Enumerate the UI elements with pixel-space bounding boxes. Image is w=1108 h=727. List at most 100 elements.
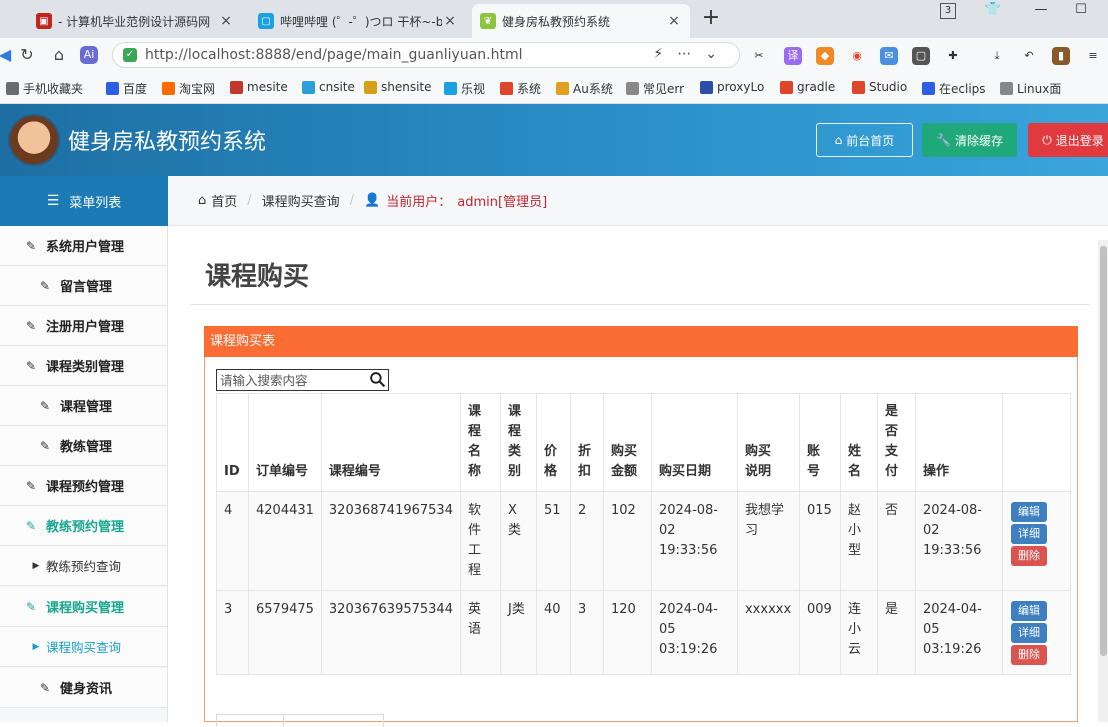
fox-icon[interactable]: ◆ <box>816 47 834 65</box>
edit-icon: ✎ <box>25 238 37 253</box>
bookmark-item[interactable]: Au系统 <box>556 80 613 97</box>
new-tab-button[interactable]: + <box>698 6 724 32</box>
home-button-label: 前台首页 <box>846 133 895 148</box>
avatar <box>8 114 60 166</box>
detail-button[interactable]: 详细 <box>1010 623 1047 643</box>
cell-amount: 120 <box>602 590 652 675</box>
detail-button[interactable]: 详细 <box>1010 524 1047 544</box>
chevron-down-icon[interactable]: ⌄ <box>705 46 731 62</box>
search-icon[interactable] <box>369 371 386 388</box>
close-icon[interactable]: × <box>218 13 234 29</box>
sidebar-item-course-categories[interactable]: ✎ 课程类别管理 <box>0 346 167 386</box>
sidebar-item-registered-users[interactable]: ✎ 注册用户管理 <box>0 306 167 346</box>
sidebar-item-course-purchase-query[interactable]: ▶ 课程购买查询 <box>0 627 167 667</box>
column-header: ID <box>216 393 249 492</box>
app-header: 健身房私教预约系统 ⌂ 前台首页 🔧 清除缓存 ⏻ 退出登录 <box>0 104 1108 176</box>
flash-icon[interactable]: ⚡ <box>653 46 677 62</box>
translate-icon[interactable]: 译 <box>784 47 802 65</box>
bookmark-icon <box>556 82 569 95</box>
cell-date: 2024-08-02 19:33:56 <box>650 491 738 591</box>
bag-icon[interactable]: ▮ <box>1052 47 1070 65</box>
extensions-icon[interactable]: ✚ <box>944 47 962 65</box>
logout-button[interactable]: ⏻ 退出登录 <box>1028 123 1108 157</box>
sidebar-item-fitness-news[interactable]: ✎ 健身资讯 <box>0 668 167 708</box>
shirt-icon[interactable]: 👕 <box>982 2 1004 22</box>
weibo-icon[interactable]: ◉ <box>848 47 866 65</box>
home-icon[interactable]: ⌂ <box>48 44 70 66</box>
column-header-text: 购买说明 <box>744 444 771 479</box>
logout-label: 退出登录 <box>1055 133 1104 148</box>
bookmark-item[interactable]: Studio <box>852 80 912 94</box>
edit-button[interactable]: 编辑 <box>1010 502 1047 522</box>
sidebar-item-course-booking[interactable]: ✎ 课程预约管理 <box>0 466 167 506</box>
bookmark-item[interactable]: Linux面 <box>1000 80 1066 97</box>
bookmark-item[interactable]: mesite <box>230 80 288 94</box>
url-box[interactable]: ✓ http://localhost:8888/end/page/main_gu… <box>112 42 740 68</box>
sidebar-item-system-users[interactable]: ✎ 系统用户管理 <box>0 226 167 266</box>
sidebar-item-messages[interactable]: ✎ 留言管理 <box>0 266 167 306</box>
bookmark-item[interactable]: 百度 <box>106 80 147 97</box>
search-box[interactable] <box>216 369 389 391</box>
url-text[interactable]: http://localhost:8888/end/page/main_guan… <box>145 47 523 63</box>
mail-icon[interactable]: ✉ <box>880 47 898 65</box>
close-icon[interactable]: × <box>666 13 682 29</box>
bookmark-item[interactable]: 常见err <box>626 80 688 97</box>
browser-tab-2[interactable]: ▢ 哔哩哔哩 (゜-゜)つロ 干杯~-bilibili × <box>250 4 466 38</box>
bookmark-item[interactable]: proxyLo <box>700 80 772 94</box>
tab-icon[interactable]: ▢ <box>912 47 930 65</box>
cell-course-no: 320367639575344 <box>320 590 461 675</box>
delete-button[interactable]: 删除 <box>1010 645 1047 665</box>
globe-icon <box>1000 82 1013 95</box>
reload-icon[interactable]: ↻ <box>16 44 38 66</box>
bookmark-icon <box>230 80 243 94</box>
current-user-label: 当前用户： <box>386 195 452 210</box>
bookmark-item[interactable]: 在eclips <box>922 80 988 97</box>
sidebar-item-coaches[interactable]: ✎ 教练管理 <box>0 426 167 466</box>
bookmark-item[interactable]: shensite <box>364 80 432 94</box>
scissors-icon[interactable]: ✂ <box>750 47 768 65</box>
bookmark-item[interactable]: cnsite <box>302 80 355 94</box>
cell-course-no: 320368741967534 <box>320 491 461 591</box>
search-input[interactable] <box>220 371 368 389</box>
browser-tab-1[interactable]: ▣ - 计算机毕业范例设计源码网 × <box>28 4 242 38</box>
bookmark-item[interactable]: gradle <box>780 80 842 94</box>
close-icon[interactable]: × <box>442 13 458 29</box>
menu-icon[interactable]: ≡ <box>1084 47 1102 65</box>
tab-count-badge[interactable]: 3 <box>940 3 956 19</box>
cell-text: 赵小型 <box>847 503 861 558</box>
cell-amount: 102 <box>602 491 652 591</box>
bookmark-item[interactable]: 系统 <box>500 80 541 97</box>
column-header-text: 购买金额 <box>610 444 637 479</box>
home-button[interactable]: ⌂ 前台首页 <box>816 123 913 157</box>
scrollbar-thumb[interactable] <box>1100 246 1107 656</box>
tab-label: - 计算机毕业范例设计源码网 <box>58 14 211 29</box>
bookmark-item[interactable]: 乐视 <box>444 80 485 97</box>
edit-button[interactable]: 编辑 <box>1010 601 1047 621</box>
browser-tab-bar: ▣ - 计算机毕业范例设计源码网 × ▢ 哔哩哔哩 (゜-゜)つロ 干杯~-bi… <box>0 0 1108 38</box>
column-header-text: 账号 <box>806 444 820 479</box>
minimize-icon[interactable]: — <box>1030 2 1052 22</box>
sidebar-item-course-purchase[interactable]: ✎ 课程购买管理 <box>0 587 167 627</box>
browser-tab-3[interactable]: ❦ 健身房私教预约系统 × <box>472 4 690 38</box>
bookmark-item[interactable]: 淘宝网 <box>162 80 215 97</box>
sidebar-item-coach-booking-query[interactable]: ▶ 教练预约查询 <box>0 546 167 586</box>
clear-cache-button[interactable]: 🔧 清除缓存 <box>922 123 1017 157</box>
breadcrumb-home[interactable]: 首页 <box>211 191 237 210</box>
cell-actions: 编辑 详细 删除 <box>1001 590 1071 675</box>
more-icon[interactable]: ⋯ <box>677 46 705 62</box>
cell-paid: 是 <box>876 590 916 675</box>
bookmark-item[interactable]: 手机收藏夹 <box>6 80 83 97</box>
bookmark-label: mesite <box>247 80 288 94</box>
back-icon[interactable]: ◀ <box>0 44 16 66</box>
download-icon[interactable]: ⤓ <box>988 47 1006 65</box>
column-header: 购买说明 <box>736 393 800 492</box>
ai-icon[interactable]: Ai <box>80 46 98 64</box>
sidebar-item-label: 教练管理 <box>60 440 113 455</box>
maximize-icon[interactable]: ☐ <box>1070 2 1092 22</box>
pagination[interactable] <box>216 714 384 727</box>
undo-icon[interactable]: ↶ <box>1020 47 1038 65</box>
sidebar-item-courses[interactable]: ✎ 课程管理 <box>0 386 167 426</box>
cell-order-no: 6579475 <box>248 590 322 675</box>
sidebar-item-coach-booking[interactable]: ✎ 教练预约管理 <box>0 506 167 546</box>
delete-button[interactable]: 删除 <box>1010 546 1047 566</box>
